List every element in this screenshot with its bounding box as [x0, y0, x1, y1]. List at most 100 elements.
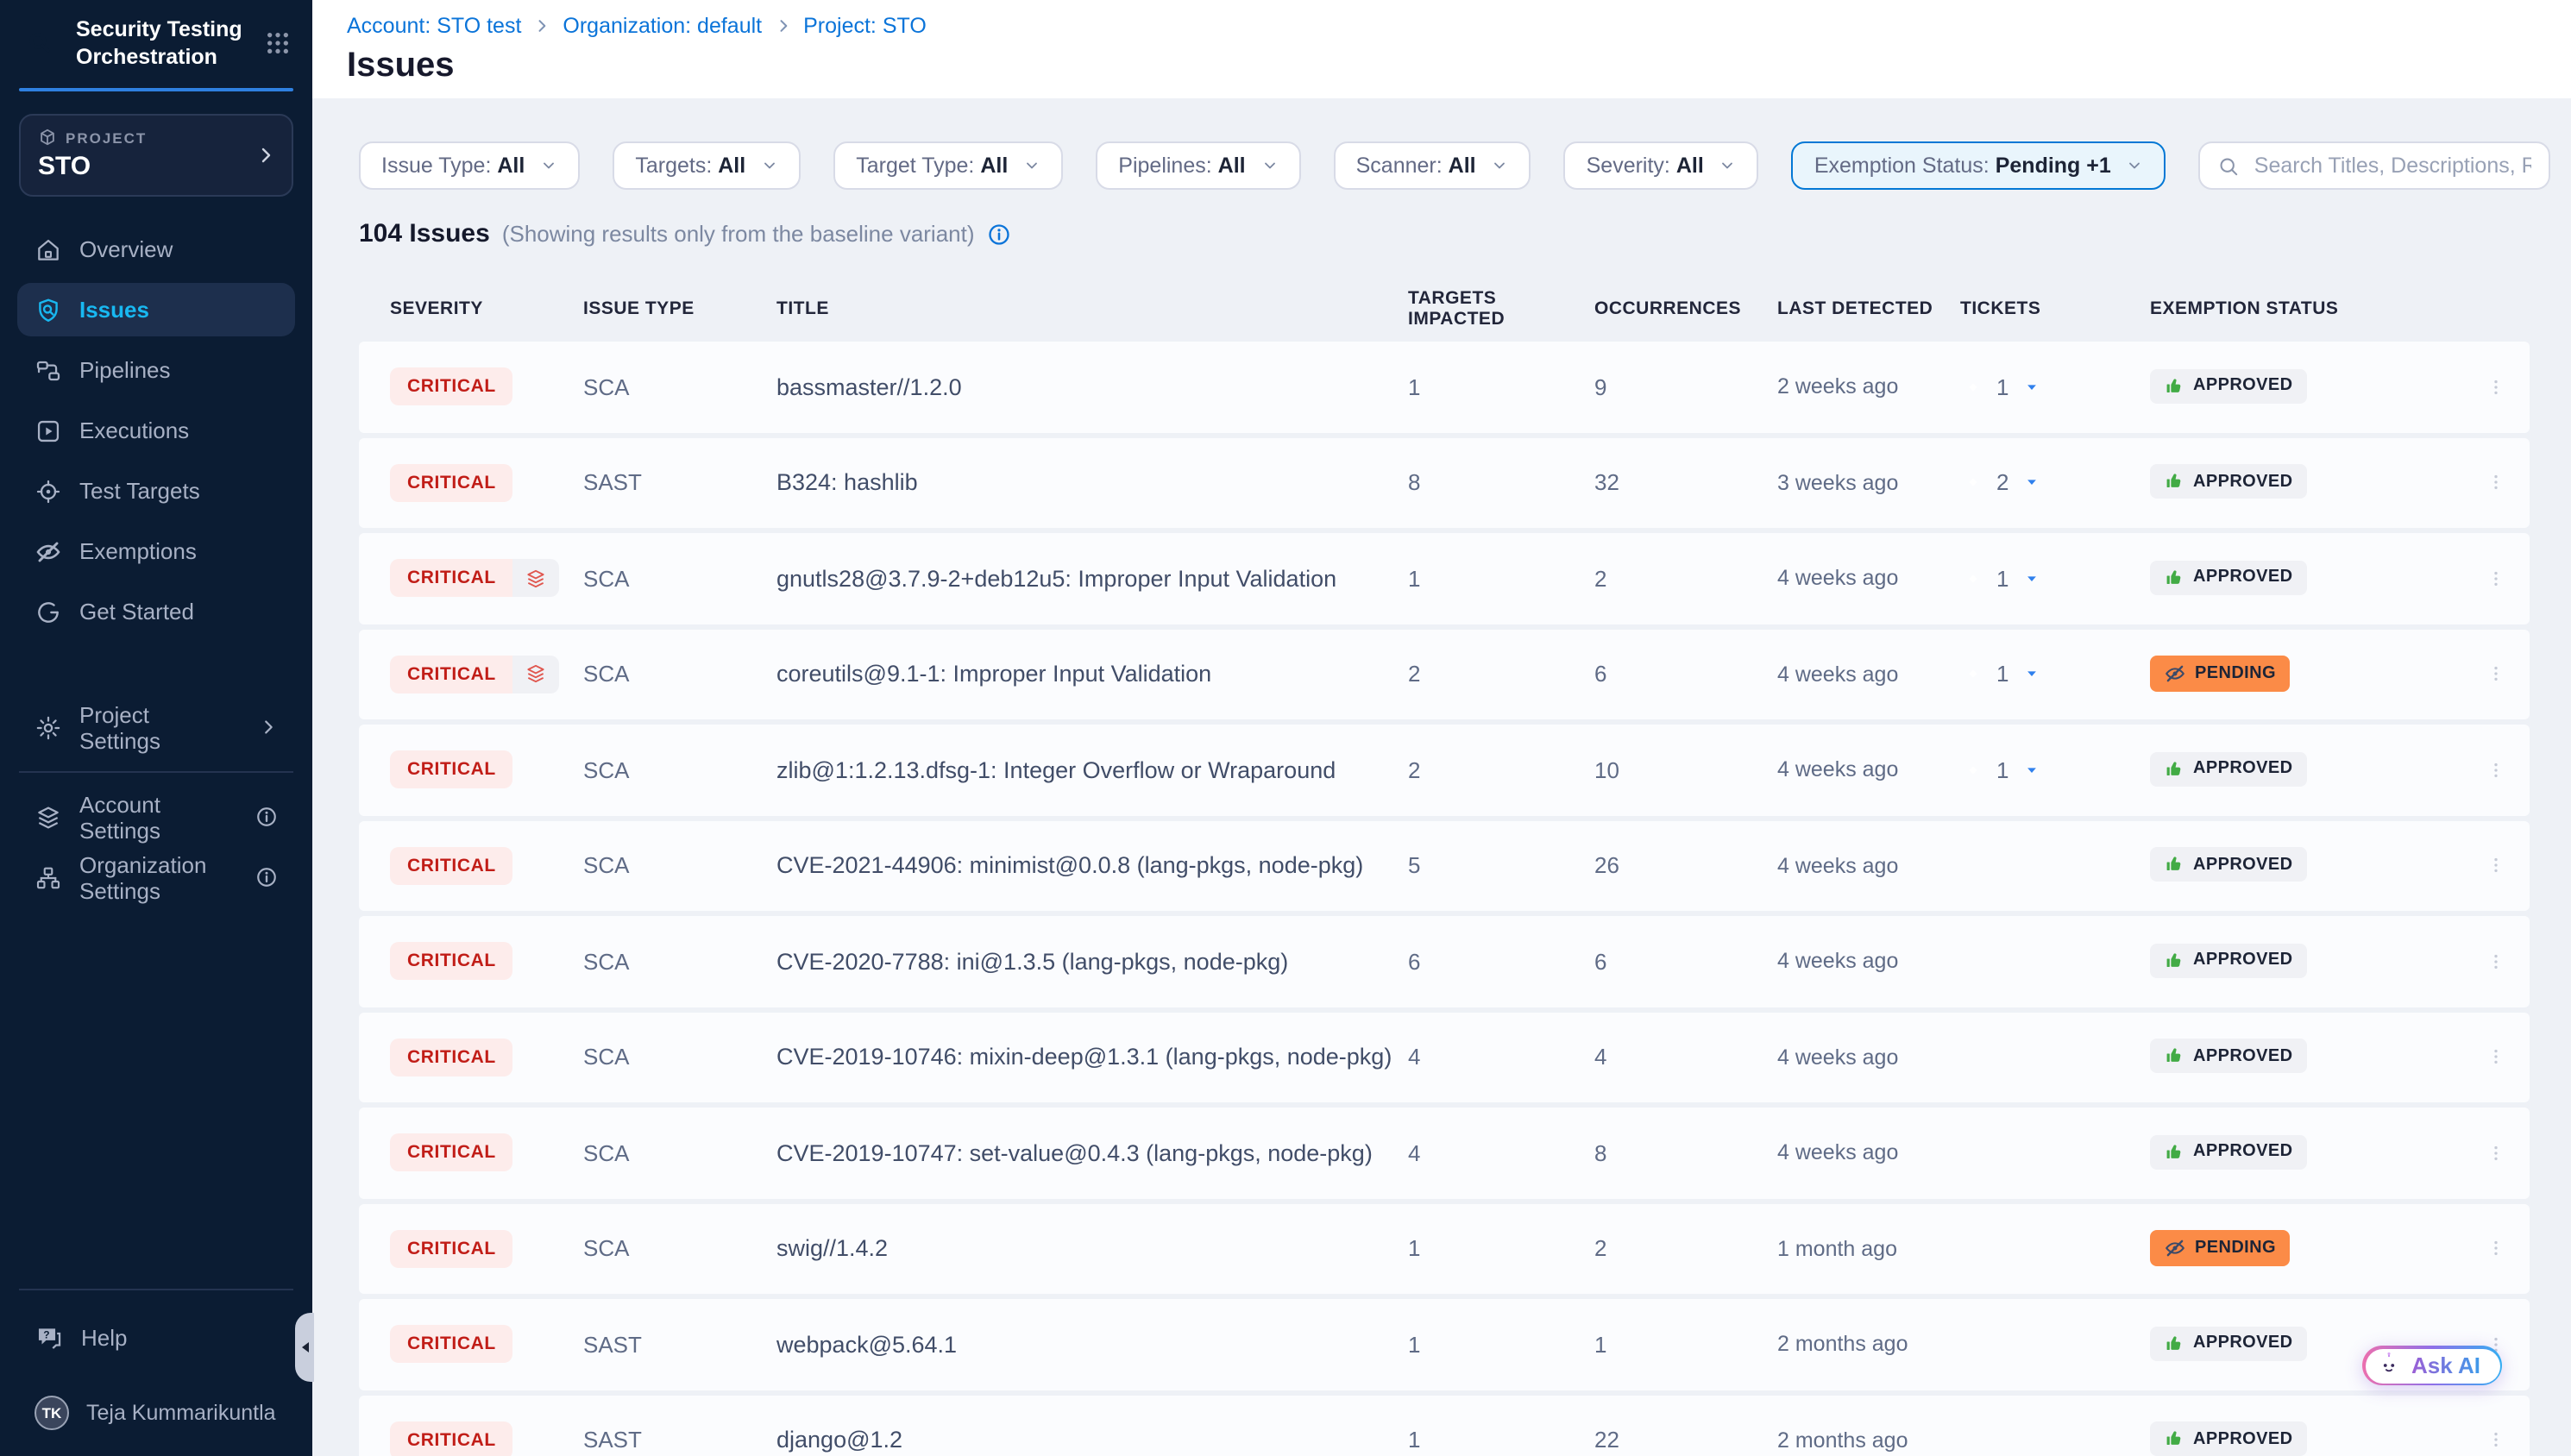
status-label: APPROVED [2193, 1334, 2292, 1353]
breadcrumb-account-link[interactable]: Account: STO test [347, 14, 521, 38]
filter-target-type[interactable]: Target Type: All [833, 141, 1063, 190]
table-row[interactable]: CRITICAL SAST webpack@5.64.1 1 1 2 month… [359, 1299, 2530, 1390]
thumbs-up-icon [2164, 1142, 2184, 1163]
sidebar-item-exemptions[interactable]: Exemptions [17, 524, 295, 578]
info-icon[interactable] [987, 222, 1011, 246]
issue-title-cell: zlib@1:1.2.13.dfsg-1: Integer Overflow o… [776, 757, 1408, 783]
sidebar-item-label: Account Settings [79, 791, 221, 843]
ask-ai-button[interactable]: Ask AI [2362, 1346, 2502, 1385]
sidebar-item-project-settings[interactable]: Project Settings [17, 700, 295, 754]
project-selector[interactable]: PROJECT STO [19, 114, 293, 197]
kebab-menu-icon[interactable] [2483, 1236, 2509, 1262]
table-row[interactable]: CRITICAL SCA CVE-2019-10746: mixin-deep@… [359, 1012, 2530, 1102]
sidebar-item-account-settings[interactable]: Account Settings [17, 790, 295, 844]
exemption-status-badge: APPROVED [2150, 848, 2306, 882]
ticket-group[interactable]: 1 [1960, 374, 2040, 400]
severity-badge-label: CRITICAL [390, 1421, 513, 1456]
exemption-status-badge: PENDING [2150, 656, 2290, 692]
filter-pipelines[interactable]: Pipelines: All [1096, 141, 1300, 190]
table-row[interactable]: CRITICAL SCA swig//1.4.2 1 2 1 month ago [359, 1203, 2530, 1294]
layers-stack-icon [525, 568, 548, 590]
sidebar-collapse-handle[interactable] [295, 1313, 314, 1382]
table-row[interactable]: CRITICAL SCA CVE-2019-10747: set-value@0… [359, 1108, 2530, 1198]
severity-badge-label: CRITICAL [390, 1326, 513, 1364]
search-input[interactable] [2254, 154, 2532, 178]
sidebar-divider [19, 1289, 293, 1290]
severity-badge: CRITICAL [390, 464, 513, 502]
severity-badge: CRITICAL [390, 1230, 513, 1268]
severity-badge: CRITICAL [390, 1421, 513, 1456]
kebab-menu-icon[interactable] [2483, 662, 2509, 687]
occurrences-cell: 8 [1594, 1140, 1777, 1166]
sidebar-item-label: Project Settings [79, 701, 224, 753]
last-detected-cell: 4 weeks ago [1777, 662, 1960, 687]
ticket-group[interactable]: 1 [1960, 662, 2040, 687]
status-label: APPROVED [2193, 1430, 2292, 1449]
table-row[interactable]: CRITICAL SAST B324: hashlib 8 32 3 weeks… [359, 437, 2530, 528]
layers-gear-icon [35, 803, 62, 831]
app-grid-icon[interactable] [261, 27, 295, 61]
severity-badge: CRITICAL [390, 560, 560, 598]
issue-type-cell: SCA [583, 949, 776, 975]
user-menu[interactable]: TK Teja Kummarikuntla [17, 1385, 295, 1439]
severity-badge: CRITICAL [390, 1039, 513, 1076]
filter-severity[interactable]: Severity: All [1564, 141, 1759, 190]
sidebar-item-help[interactable]: Help [17, 1311, 295, 1365]
last-detected-cell: 1 month ago [1777, 1237, 1960, 1261]
last-detected-cell: 4 weeks ago [1777, 854, 1960, 878]
kebab-menu-icon[interactable] [2483, 1140, 2509, 1166]
ticket-group[interactable]: 1 [1960, 566, 2040, 592]
ticket-group[interactable]: 2 [1960, 470, 2040, 496]
chevron-right-icon [259, 718, 278, 737]
breadcrumb-project-link[interactable]: Project: STO [803, 14, 927, 38]
table-row[interactable]: CRITICAL SCA bassmaster//1.2.0 1 9 2 wee… [359, 342, 2530, 432]
exemption-status-badge: APPROVED [2150, 1327, 2306, 1361]
col-header-last-detected: LAST DETECTED [1777, 298, 1960, 319]
kebab-menu-icon[interactable] [2483, 374, 2509, 400]
sidebar-item-get-started[interactable]: Get Started [17, 585, 295, 638]
kebab-menu-icon[interactable] [2483, 1045, 2509, 1070]
issue-type-cell: SCA [583, 757, 776, 783]
issue-type-cell: SAST [583, 470, 776, 496]
severity-badge-label: CRITICAL [390, 1134, 513, 1172]
filter-scanner[interactable]: Scanner: All [1334, 141, 1531, 190]
kebab-menu-icon[interactable] [2483, 757, 2509, 783]
breadcrumb-organization-link[interactable]: Organization: default [563, 14, 762, 38]
sidebar-item-overview[interactable]: Overview [17, 223, 295, 276]
table-row[interactable]: CRITICAL SCA CVE-2021-44906: minimist@0.… [359, 820, 2530, 911]
info-icon[interactable] [255, 866, 278, 888]
sidebar-item-label: Issues [79, 297, 149, 323]
table-row[interactable]: CRITICAL SCA zlib@1:1.2.13.dfsg-1: Integ… [359, 725, 2530, 815]
filter-row: Issue Type: All Targets: All Target Type… [359, 141, 2530, 190]
kebab-menu-icon[interactable] [2483, 1428, 2509, 1453]
targets-impacted-cell: 1 [1408, 1428, 1594, 1453]
kebab-menu-icon[interactable] [2483, 853, 2509, 879]
ticket-group[interactable]: 1 [1960, 757, 2040, 783]
get-started-icon [35, 598, 62, 625]
info-icon[interactable] [255, 806, 278, 828]
table-row[interactable]: CRITICAL SCA CVE-2020-7788: ini@1.3.5 (l… [359, 916, 2530, 1007]
sidebar-item-executions[interactable]: Executions [17, 404, 295, 457]
sidebar-item-pipelines[interactable]: Pipelines [17, 343, 295, 397]
sidebar-item-test-targets[interactable]: Test Targets [17, 464, 295, 518]
kebab-menu-icon[interactable] [2483, 566, 2509, 592]
play-square-icon [35, 417, 62, 444]
filter-exemption-status[interactable]: Exemption Status: Pending +1 [1792, 141, 2166, 190]
filter-issue-type[interactable]: Issue Type: All [359, 141, 580, 190]
table-row[interactable]: CRITICAL SAST django@1.2 1 22 2 months a… [359, 1395, 2530, 1456]
ticket-count: 1 [1996, 566, 2008, 592]
table-row[interactable]: CRITICAL SCA gnutls28@3.7.9-2+deb12u5: I… [359, 533, 2530, 624]
kebab-menu-icon[interactable] [2483, 949, 2509, 975]
org-chart-icon [35, 863, 62, 891]
occurrences-cell: 1 [1594, 1332, 1777, 1358]
chevron-down-icon [1023, 157, 1040, 174]
exemption-status-badge: APPROVED [2150, 561, 2306, 595]
issue-type-cell: SCA [583, 1236, 776, 1262]
kebab-menu-icon[interactable] [2483, 470, 2509, 496]
table-row[interactable]: CRITICAL SCA coreutils@9.1-1: Improper I… [359, 629, 2530, 719]
sidebar-item-issues[interactable]: Issues [17, 283, 295, 336]
filter-targets[interactable]: Targets: All [613, 141, 801, 190]
sidebar-item-label: Test Targets [79, 478, 200, 504]
avatar: TK [35, 1395, 69, 1429]
sidebar-item-organization-settings[interactable]: Organization Settings [17, 850, 295, 904]
